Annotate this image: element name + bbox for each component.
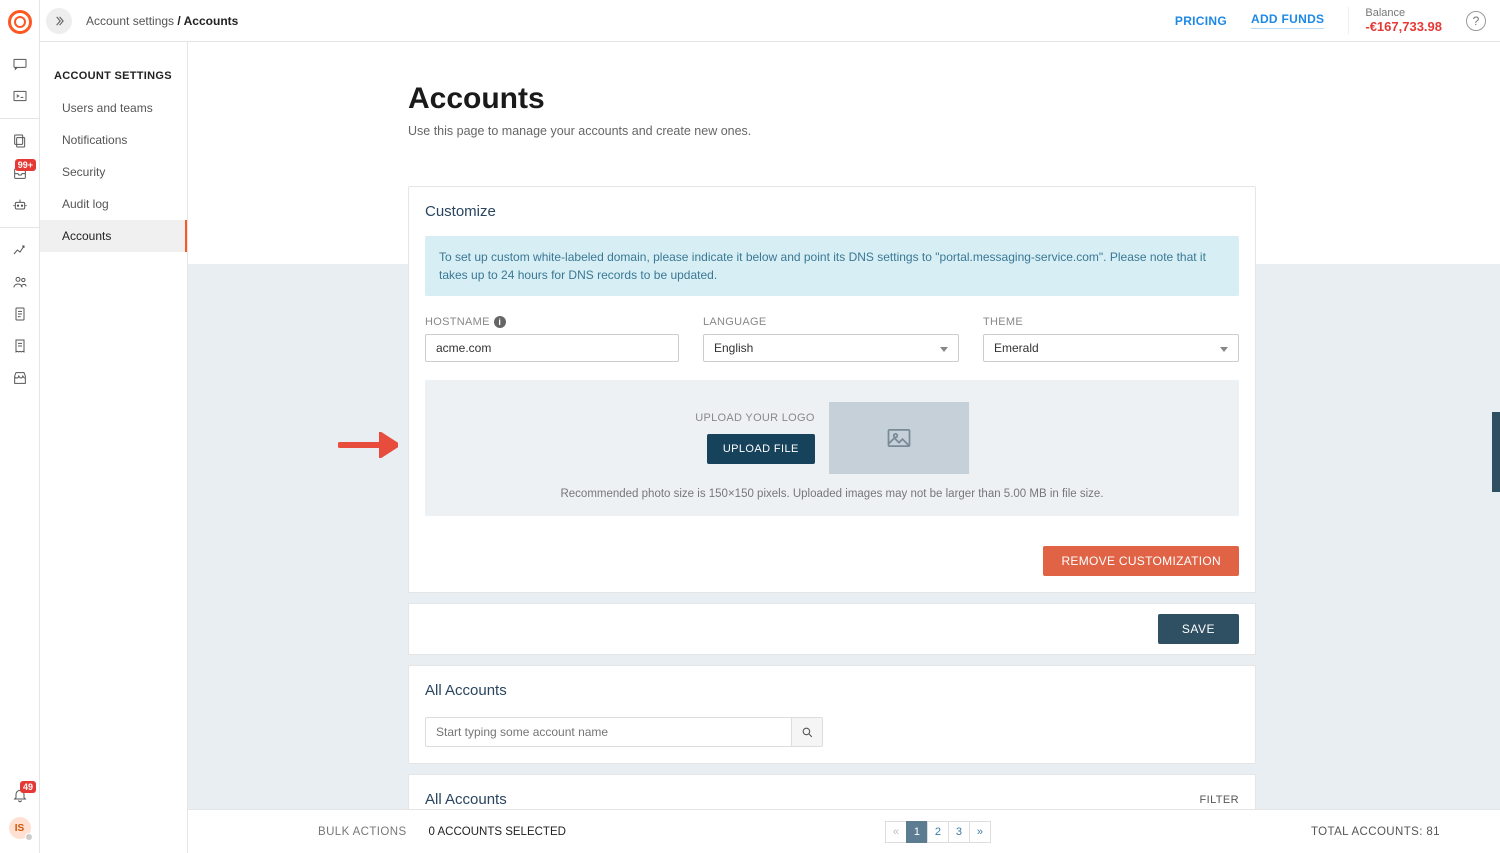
remove-customization-button[interactable]: REMOVE CUSTOMIZATION <box>1043 546 1239 576</box>
rail-copy-icon[interactable] <box>0 125 40 157</box>
logo-icon[interactable] <box>8 10 32 34</box>
collapse-toggle[interactable] <box>46 8 72 34</box>
pricing-link[interactable]: PRICING <box>1175 14 1227 28</box>
search-button[interactable] <box>791 717 823 747</box>
balance-label: Balance <box>1365 7 1442 19</box>
customize-header: Customize <box>409 187 1255 228</box>
breadcrumb: Account settings / Accounts <box>86 14 238 28</box>
account-search-input[interactable] <box>425 717 791 747</box>
page-1[interactable]: 1 <box>906 821 928 843</box>
page-prev: « <box>885 821 907 843</box>
save-button[interactable]: SAVE <box>1158 614 1239 644</box>
upload-hint: Recommended photo size is 150×150 pixels… <box>441 488 1223 500</box>
rail-chart-icon[interactable] <box>0 234 40 266</box>
sidebar-item-audit-log[interactable]: Audit log <box>40 188 187 220</box>
sidebar-item-notifications[interactable]: Notifications <box>40 124 187 156</box>
info-box: To set up custom white-labeled domain, p… <box>425 236 1239 296</box>
sidebar-title: ACCOUNT SETTINGS <box>40 64 187 92</box>
sidebar-item-users[interactable]: Users and teams <box>40 92 187 124</box>
filter-button[interactable]: FILTER <box>1200 794 1239 806</box>
rail-inbox-icon[interactable]: 99+ <box>0 157 40 189</box>
hostname-label: HOSTNAMEi <box>425 316 679 328</box>
all-accounts-header-1: All Accounts <box>409 666 1255 707</box>
content: Accounts Use this page to manage your ac… <box>188 42 1500 853</box>
settings-sidebar: ACCOUNT SETTINGS Users and teams Notific… <box>40 42 188 853</box>
upload-file-button[interactable]: UPLOAD FILE <box>707 434 815 464</box>
theme-label: THEME <box>983 316 1239 328</box>
language-label: LANGUAGE <box>703 316 959 328</box>
hostname-input[interactable] <box>425 334 679 362</box>
add-funds-link[interactable]: ADD FUNDS <box>1251 12 1324 29</box>
search-icon <box>801 726 814 739</box>
selected-count: 0 ACCOUNTS SELECTED <box>429 826 566 838</box>
all-accounts-header-2: All Accounts <box>425 791 507 808</box>
bottom-bar: BULK ACTIONS 0 ACCOUNTS SELECTED « 1 2 3… <box>188 809 1500 853</box>
balance-value: -€167,733.98 <box>1365 19 1442 34</box>
rail-terminal-icon[interactable] <box>0 80 40 112</box>
sidebar-item-accounts[interactable]: Accounts <box>40 220 187 252</box>
page-subtitle: Use this page to manage your accounts an… <box>408 124 1256 138</box>
rail-users-icon[interactable] <box>0 266 40 298</box>
bulk-actions-button[interactable]: BULK ACTIONS <box>318 826 407 838</box>
breadcrumb-parent[interactable]: Account settings <box>86 14 174 28</box>
all-accounts-search-panel: All Accounts <box>408 665 1256 764</box>
image-icon <box>885 424 913 452</box>
rail-receipt-icon[interactable] <box>0 330 40 362</box>
upload-label: UPLOAD YOUR LOGO <box>695 412 815 424</box>
rail-bell-icon[interactable]: 49 <box>0 779 40 811</box>
breadcrumb-current: Accounts <box>184 14 239 28</box>
rail-store-icon[interactable] <box>0 362 40 394</box>
language-select[interactable]: English <box>703 334 959 362</box>
annotation-arrow-icon <box>338 432 398 458</box>
save-bar: SAVE <box>408 603 1256 655</box>
page-3[interactable]: 3 <box>948 821 970 843</box>
page-2[interactable]: 2 <box>927 821 949 843</box>
scrollbar-thumb[interactable] <box>1492 412 1500 492</box>
badge: 99+ <box>15 159 36 171</box>
sidebar-item-security[interactable]: Security <box>40 156 187 188</box>
balance: Balance -€167,733.98 <box>1348 7 1442 34</box>
page-next[interactable]: » <box>969 821 991 843</box>
bell-badge: 49 <box>20 781 36 793</box>
user-avatar[interactable]: IS <box>9 817 31 839</box>
pagination: « 1 2 3 » <box>886 821 991 843</box>
topbar: Account settings / Accounts PRICING ADD … <box>40 0 1500 42</box>
total-accounts: TOTAL ACCOUNTS: 81 <box>1311 826 1440 838</box>
customize-panel: Customize To set up custom white-labeled… <box>408 186 1256 593</box>
rail-doc-icon[interactable] <box>0 298 40 330</box>
info-icon[interactable]: i <box>494 316 506 328</box>
help-icon[interactable]: ? <box>1466 11 1486 31</box>
rail-messages-icon[interactable] <box>0 48 40 80</box>
rail-robot-icon[interactable] <box>0 189 40 221</box>
icon-rail: 99+ 49 IS <box>0 0 40 853</box>
logo-placeholder <box>829 402 969 474</box>
page-title: Accounts <box>408 82 1256 116</box>
upload-area: UPLOAD YOUR LOGO UPLOAD FILE Recommended… <box>425 380 1239 516</box>
theme-select[interactable]: Emerald <box>983 334 1239 362</box>
